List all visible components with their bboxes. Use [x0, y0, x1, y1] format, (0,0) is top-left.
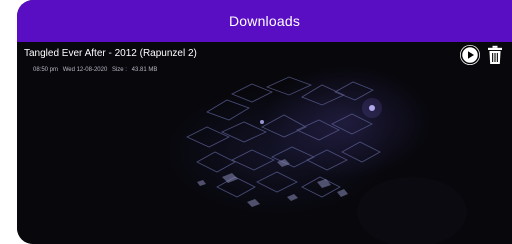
- page-title: Downloads: [228, 13, 301, 29]
- app-window: Downloads Tangled Ever After - 2012 (Rap…: [17, 0, 512, 244]
- app-bar: Downloads: [17, 0, 512, 42]
- trash-icon: [488, 45, 502, 64]
- play-circle-icon: [460, 45, 480, 65]
- size-value: 43.81 MB: [131, 67, 158, 73]
- play-button[interactable]: [460, 45, 480, 65]
- download-time: 08:50 pm: [33, 67, 59, 73]
- video-title: Tangled Ever After - 2012 (Rapunzel 2): [24, 48, 197, 59]
- delete-button[interactable]: [485, 44, 505, 66]
- video-metadata: 08:50 pm Wed 12-08-2020 Size : 43.81 MB: [33, 67, 160, 73]
- download-date: Wed 12-08-2020: [62, 67, 108, 73]
- screen: Downloads Tangled Ever After - 2012 (Rap…: [0, 0, 512, 244]
- size-label: Size :: [111, 67, 127, 73]
